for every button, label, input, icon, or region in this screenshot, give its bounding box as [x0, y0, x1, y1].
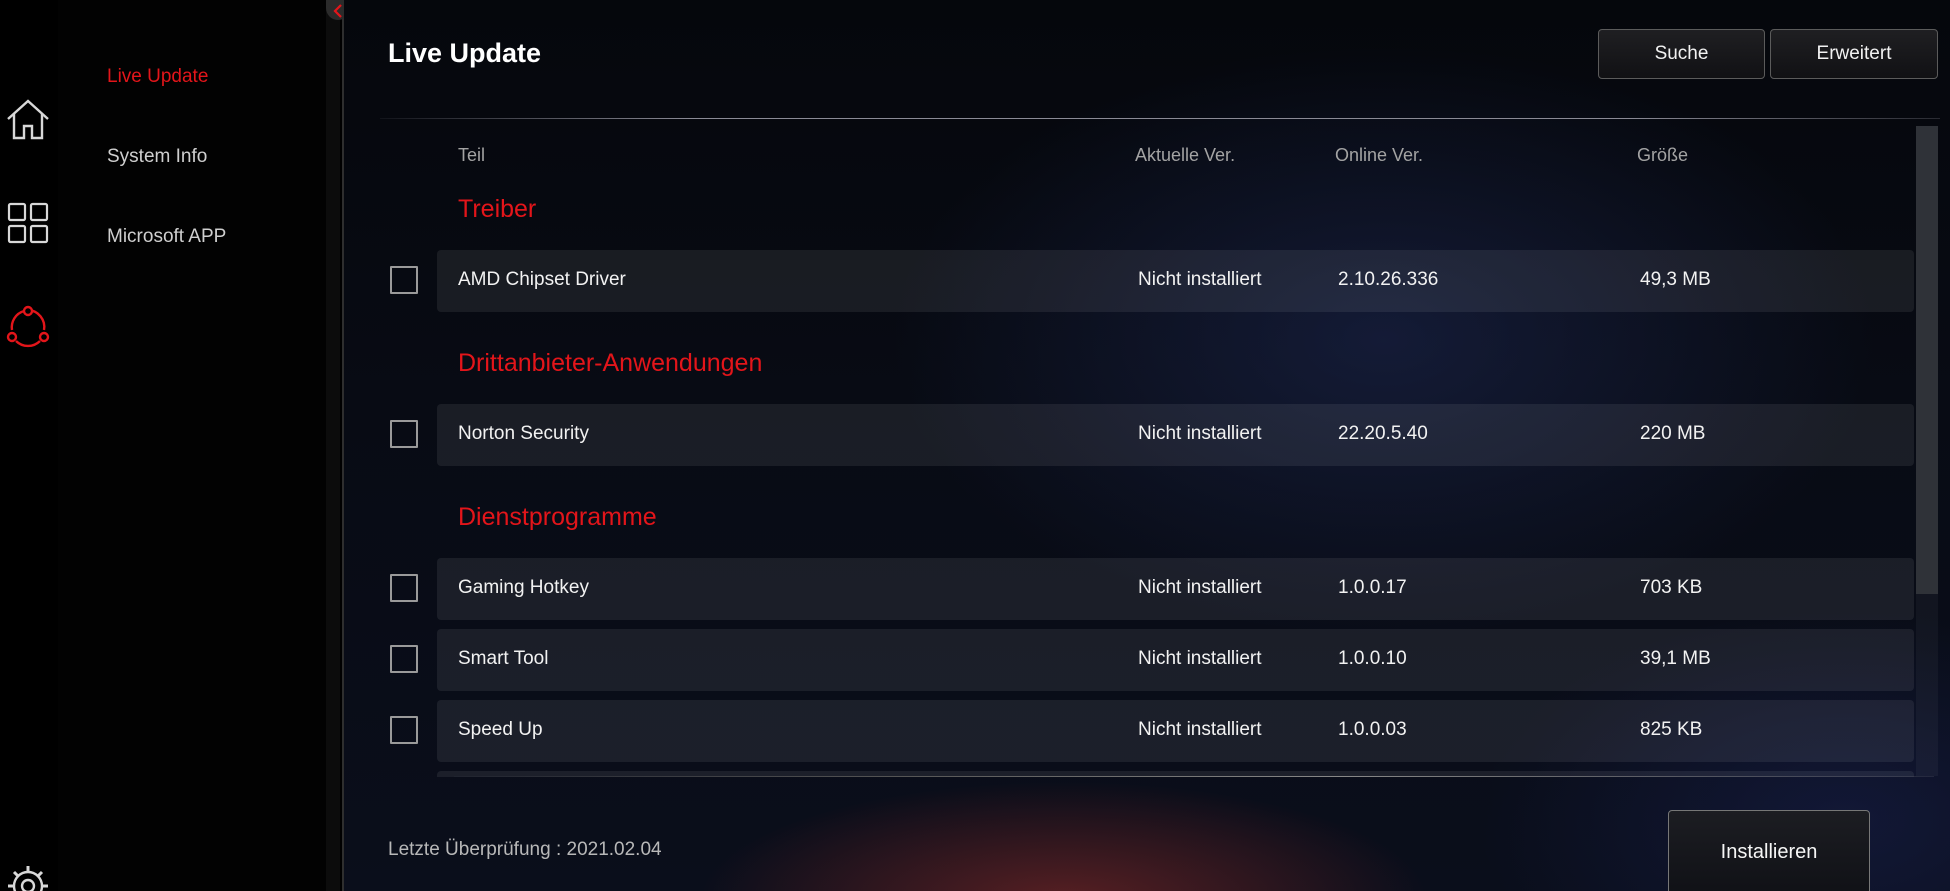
subnav-item-system-info[interactable]: System Info — [107, 146, 207, 168]
section-title-drivers: Treiber — [458, 195, 537, 223]
header-divider — [380, 118, 1940, 119]
item-current-version: Nicht installiert — [1138, 577, 1262, 598]
item-size: 49,3 MB — [1640, 269, 1711, 290]
item-online-version: 1.0.0.10 — [1338, 648, 1407, 669]
item-current-version: Nicht installiert — [1138, 269, 1262, 290]
item-online-version: 1.0.0.03 — [1338, 719, 1407, 740]
subnav-item-microsoft-app[interactable]: Microsoft APP — [107, 226, 226, 248]
item-size: 39,1 MB — [1640, 648, 1711, 669]
table-row: AMD Chipset Driver Nicht installiert 2.1… — [344, 250, 1914, 312]
item-name: Speed Up — [458, 719, 543, 740]
live-update-icon[interactable] — [4, 303, 52, 351]
column-header-size: Größe — [1637, 145, 1689, 165]
row-checkbox[interactable] — [390, 420, 418, 448]
item-online-version: 2.10.26.336 — [1338, 269, 1439, 290]
sub-navigation: Live Update System Info Microsoft APP — [58, 0, 326, 891]
footer-divider — [454, 776, 1934, 777]
item-name: AMD Chipset Driver — [458, 269, 626, 290]
item-online-version: 1.0.0.17 — [1338, 577, 1407, 598]
item-name: Gaming Hotkey — [458, 577, 589, 598]
column-header-current-version: Aktuelle Ver. — [1135, 145, 1236, 165]
column-header-part: Teil — [458, 145, 486, 165]
section-title-utilities: Dienstprogramme — [458, 503, 657, 531]
apps-grid-icon[interactable] — [4, 199, 52, 247]
column-header-online-version: Online Ver. — [1335, 145, 1424, 165]
home-icon[interactable] — [4, 95, 52, 143]
item-size: 703 KB — [1640, 577, 1703, 598]
section-title-third-party: Drittanbieter-Anwendungen — [458, 349, 763, 377]
main-panel: Live Update Suche Erweitert Teil Aktuell… — [344, 0, 1950, 891]
subnav-item-live-update[interactable]: Live Update — [107, 66, 208, 88]
chevron-left-icon — [333, 4, 342, 18]
row-checkbox[interactable] — [390, 574, 418, 602]
settings-gear-icon[interactable] — [4, 862, 52, 891]
row-checkbox[interactable] — [390, 266, 418, 294]
item-name: Smart Tool — [458, 648, 549, 669]
item-current-version: Nicht installiert — [1138, 423, 1262, 444]
table-row: Norton Security Nicht installiert 22.20.… — [344, 404, 1914, 466]
item-name: Norton Security — [458, 423, 589, 444]
item-size: 220 MB — [1640, 423, 1706, 444]
row-checkbox[interactable] — [390, 716, 418, 744]
icon-rail — [0, 0, 58, 891]
list-scrollbar-thumb[interactable] — [1916, 126, 1938, 594]
item-size: 825 KB — [1640, 719, 1703, 740]
table-row: Gaming Hotkey Nicht installiert 1.0.0.17… — [344, 558, 1914, 620]
advanced-button[interactable]: Erweitert — [1770, 29, 1938, 79]
search-button[interactable]: Suche — [1598, 29, 1765, 79]
item-online-version: 22.20.5.40 — [1338, 423, 1428, 444]
item-current-version: Nicht installiert — [1138, 648, 1262, 669]
panel-divider — [326, 0, 340, 891]
last-check-date: Letzte Überprüfung : 2021.02.04 — [388, 839, 662, 860]
table-row: Smart Tool Nicht installiert 1.0.0.10 39… — [344, 629, 1914, 691]
row-checkbox[interactable] — [390, 645, 418, 673]
item-current-version: Nicht installiert — [1138, 719, 1262, 740]
page-title: Live Update — [388, 38, 542, 68]
install-button[interactable]: Installieren — [1668, 810, 1870, 891]
table-row: Speed Up Nicht installiert 1.0.0.03 825 … — [344, 700, 1914, 762]
app-window: Live Update System Info Microsoft APP Li… — [0, 0, 1950, 891]
